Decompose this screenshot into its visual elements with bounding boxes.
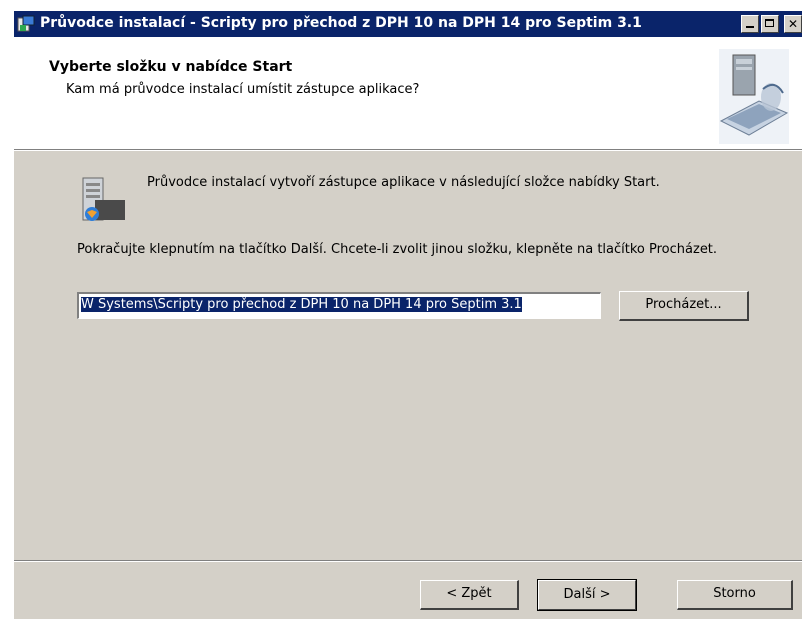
installer-icon bbox=[17, 15, 35, 32]
title-bar[interactable]: Průvodce instalací - Scripty pro přechod… bbox=[14, 11, 802, 37]
next-button-label: Další > bbox=[538, 580, 636, 610]
close-button[interactable]: ✕ bbox=[784, 15, 802, 33]
maximize-icon bbox=[765, 19, 774, 27]
footer-separator bbox=[14, 560, 802, 562]
maximize-button[interactable] bbox=[761, 15, 779, 33]
cancel-button[interactable]: Storno bbox=[677, 580, 793, 610]
start-menu-folder-icon bbox=[82, 177, 125, 221]
back-button[interactable]: < Zpět bbox=[420, 580, 519, 610]
installer-window: Průvodce instalací - Scripty pro přechod… bbox=[13, 10, 802, 619]
window-title: Průvodce instalací - Scripty pro přechod… bbox=[40, 15, 642, 31]
next-button[interactable]: Další > bbox=[537, 579, 637, 611]
minimize-icon bbox=[746, 26, 754, 28]
continue-instructions: Pokračujte klepnutím na tlačítko Další. … bbox=[77, 242, 718, 257]
folder-input-value: W Systems\Scripty pro přechod z DPH 10 n… bbox=[81, 297, 522, 312]
browse-button[interactable]: Procházet... bbox=[619, 291, 749, 321]
header-separator bbox=[14, 149, 802, 151]
page-title: Vyberte složku v nabídce Start bbox=[49, 59, 293, 75]
wizard-header: Vyberte složku v nabídce Start Kam má pr… bbox=[14, 37, 802, 149]
close-icon: ✕ bbox=[787, 17, 799, 31]
minimize-button[interactable] bbox=[741, 15, 759, 33]
computer-wizard-icon bbox=[719, 49, 789, 144]
start-menu-folder-input[interactable]: W Systems\Scripty pro přechod z DPH 10 n… bbox=[77, 292, 601, 319]
intro-text: Průvodce instalací vytvoří zástupce apli… bbox=[147, 175, 660, 190]
page-subtitle: Kam má průvodce instalací umístit zástup… bbox=[66, 82, 420, 97]
